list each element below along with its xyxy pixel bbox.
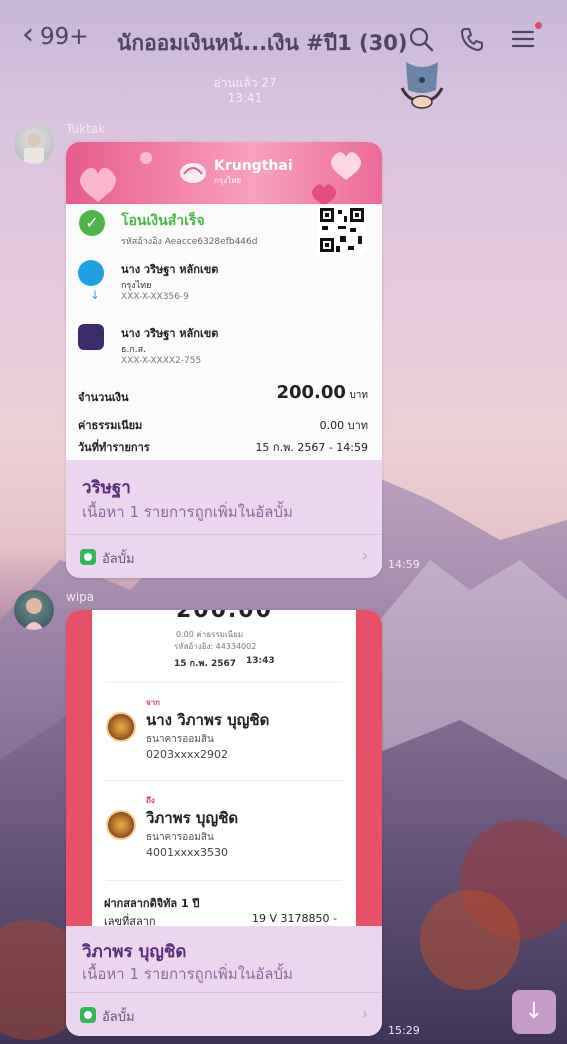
- divider: [106, 682, 342, 683]
- receiver-account-number: XXX-X-XXXX2-755: [121, 356, 202, 366]
- sender-account-number: XXX-X-XX356-9: [121, 292, 189, 302]
- receiver-account-number: 4001xxxx3530: [146, 846, 229, 859]
- krungthai-logo-icon: [180, 162, 206, 183]
- album-title: วิภาพร บุญชิด: [82, 942, 187, 962]
- slip-body: ✓ โอนเงินสำเร็จ รหัสอ้างอิง Aeacce6328ef…: [66, 204, 382, 460]
- fee-label: ค่าธรรมเนียม: [78, 419, 143, 432]
- album-description: เนื้อหา 1 รายการถูกเพิ่มในอัลบั้ม: [82, 503, 293, 521]
- chevron-left-icon: ‹: [22, 17, 34, 52]
- bank-brand: Krungthai กรุงไทย: [178, 158, 293, 187]
- lot-number-value: 19 V 3178850 -: [252, 912, 337, 925]
- message-time: 15:29: [388, 1024, 420, 1037]
- divider: [106, 880, 342, 881]
- slip-border-right: [356, 610, 382, 926]
- sender-name: Tuktak: [66, 122, 106, 136]
- transfer-slip-message[interactable]: 200.00 0.00 ค่าธรรมเนียม รหัสอ้างอิง: 44…: [66, 610, 382, 1036]
- menu-icon[interactable]: [509, 24, 539, 54]
- date-value: 15 ก.พ. 2567: [174, 659, 237, 669]
- chat-header: ‹ 99+ นักออมเงินหน้...เงิน #ปี1 (30): [0, 0, 567, 80]
- avatar[interactable]: [14, 590, 54, 630]
- amount-label: จำนวนเงิน: [78, 391, 129, 404]
- bank-name: Krungthai: [214, 158, 293, 174]
- reference-code: รหัสอ้างอิง: 44334002: [174, 642, 257, 651]
- sender-account-name: นาง วิภาพร บุญชิด: [146, 711, 270, 729]
- amount-unit: บาท: [349, 390, 368, 401]
- receiver-bank: ธนาคารออมสิน: [146, 832, 214, 843]
- album-label: อัลบั้ม: [102, 552, 135, 567]
- divider: [106, 780, 342, 781]
- sender-bank: ธนาคารออมสิน: [146, 734, 214, 745]
- sender-bank: กรุงไทย: [121, 281, 152, 291]
- avatar[interactable]: [14, 124, 54, 164]
- read-receipt: อ่านแล้ว 27 13:41: [210, 76, 280, 106]
- slip-banner: Krungthai กรุงไทย: [66, 142, 382, 204]
- album-icon: [80, 549, 96, 565]
- notification-dot: [535, 22, 542, 29]
- date-value: 15 ก.พ. 2567 - 14:59: [255, 441, 368, 454]
- sender-account-number: 0203xxxx2902: [146, 748, 229, 761]
- album-icon: [80, 1007, 96, 1023]
- receiver-bank-icon: [78, 324, 104, 350]
- lot-number-label: เลขที่สลาก: [104, 915, 156, 926]
- read-time: 13:41: [227, 91, 263, 105]
- fee-value: 0.00 บาท: [319, 419, 368, 432]
- slip-content: 200.00 0.00 ค่าธรรมเนียม รหัสอ้างอิง: 44…: [92, 610, 356, 926]
- qr-code-icon: [318, 206, 366, 254]
- transfer-slip-message[interactable]: Krungthai กรุงไทย ✓ โอนเงินสำเร็จ รหัสอ้…: [66, 142, 382, 578]
- chevron-right-icon: ›: [361, 1004, 368, 1023]
- phone-icon[interactable]: [457, 24, 487, 54]
- date-label: วันที่ทำรายการ: [78, 441, 150, 454]
- gsb-logo-icon: [106, 810, 136, 840]
- album-notice: วิภาพร บุญชิด เนื้อหา 1 รายการถูกเพิ่มใน…: [66, 926, 382, 992]
- chat-title: นักออมเงินหน้...เงิน #ปี1 (30): [117, 31, 408, 55]
- unread-count: 99+: [40, 24, 89, 50]
- album-label: อัลบั้ม: [102, 1010, 135, 1025]
- reference-code: รหัสอ้างอิง Aeacce6328efb446d: [121, 237, 258, 247]
- gsb-logo-icon: [106, 712, 136, 742]
- product-name: ฝากสลากดิจิทัล 1 ปี: [104, 897, 200, 910]
- slip-border-left: [66, 610, 92, 926]
- arrow-down-icon[interactable]: ↓: [512, 990, 556, 1034]
- sender-account-name: นาง วริษฐา หลักเขต: [121, 263, 219, 276]
- bank-name-thai: กรุงไทย: [214, 176, 242, 185]
- chevron-right-icon: ›: [361, 546, 368, 565]
- amount-value: 200.00: [176, 610, 273, 623]
- sender-bank-icon: [78, 260, 104, 286]
- message-time: 14:59: [388, 558, 420, 571]
- arrow-down-icon: ↓: [90, 288, 101, 302]
- slip-body: 200.00 0.00 ค่าธรรมเนียม รหัสอ้างอิง: 44…: [66, 610, 382, 926]
- time-value: 13:43: [246, 656, 275, 666]
- back-button[interactable]: ‹ 99+: [22, 20, 89, 51]
- album-link[interactable]: อัลบั้ม ›: [66, 534, 382, 578]
- sender-name: wipa: [66, 590, 95, 604]
- search-icon[interactable]: [406, 24, 436, 54]
- amount-number: 200.00: [276, 382, 346, 403]
- receiver-bank: ธ.ก.ส.: [121, 345, 147, 355]
- album-link[interactable]: อัลบั้ม ›: [66, 992, 382, 1036]
- amount-value: 200.00 บาท: [276, 382, 368, 403]
- album-notice: วริษฐา เนื้อหา 1 รายการถูกเพิ่มในอัลบั้ม: [66, 460, 382, 534]
- read-count: อ่านแล้ว 27: [213, 76, 277, 90]
- album-description: เนื้อหา 1 รายการถูกเพิ่มในอัลบั้ม: [82, 965, 293, 983]
- receiver-account-name: นาง วริษฐา หลักเขต: [121, 327, 219, 340]
- transfer-status: โอนเงินสำเร็จ: [121, 213, 205, 229]
- sticker-image[interactable]: [392, 62, 452, 114]
- album-title: วริษฐา: [82, 478, 131, 498]
- check-icon: ✓: [79, 210, 105, 236]
- receiver-account-name: วิภาพร บุญชิด: [146, 809, 239, 827]
